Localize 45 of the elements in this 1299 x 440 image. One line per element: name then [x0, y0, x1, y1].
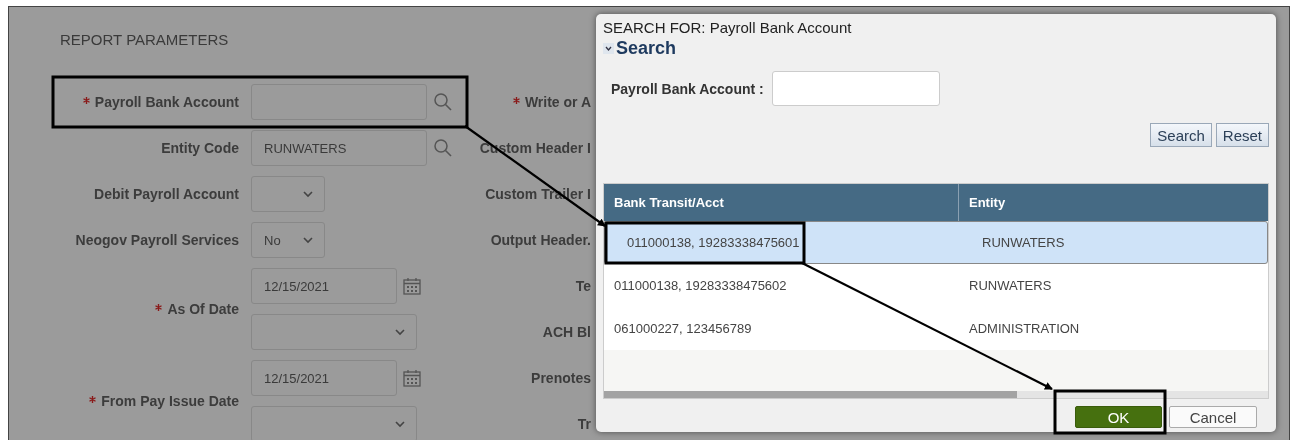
section-heading[interactable]: Search — [616, 38, 677, 59]
search-button[interactable]: Search — [1150, 123, 1212, 147]
field-label: Payroll Bank Account — [94, 94, 239, 110]
field-label: ACH Bl — [542, 324, 591, 340]
reset-button[interactable]: Reset — [1215, 123, 1269, 147]
chevron-icon — [394, 420, 406, 428]
date-field[interactable]: 12/15/2021 — [251, 268, 397, 304]
field-label: Prenotes — [531, 370, 591, 386]
table-row[interactable]: 011000138, 19283338475601 RUNWATERS — [604, 221, 1268, 264]
field-label: As Of Date — [167, 301, 239, 317]
collapse-icon[interactable] — [603, 43, 614, 54]
cancel-button[interactable]: Cancel — [1169, 406, 1257, 428]
scrollbar[interactable] — [604, 391, 1268, 398]
field-label: Neogov Payroll Services — [75, 232, 239, 248]
table-row[interactable]: 061000227, 123456789 ADMINISTRATION — [604, 307, 1268, 350]
date-field[interactable]: 12/15/2021 — [251, 360, 397, 396]
section-title: REPORT PARAMETERS — [59, 30, 230, 48]
field-label: Tr — [577, 416, 591, 432]
field-label: Debit Payroll Account — [94, 186, 239, 202]
table-cell-text: RUNWATERS — [968, 277, 1053, 295]
table-cell-text: 061000227, 123456789 — [613, 320, 753, 338]
chevron-icon — [302, 236, 314, 244]
field-label: Payroll Bank Account : — [611, 80, 764, 97]
input-field[interactable] — [771, 71, 940, 106]
calendar-icon[interactable] — [403, 277, 421, 295]
dialog-title: SEARCH FOR: Payroll Bank Account — [603, 19, 852, 36]
field-label: Te — [575, 278, 591, 294]
table-cell-text: ADMINISTRATION — [968, 320, 1081, 338]
field-label: Write or A — [524, 94, 591, 110]
search-icon[interactable] — [433, 92, 453, 112]
calendar-icon[interactable] — [403, 369, 421, 387]
dropdown[interactable]: No — [251, 222, 325, 258]
chevron-icon — [394, 328, 406, 336]
input-field[interactable]: RUNWATERS — [251, 130, 427, 166]
field-label: Entity Code — [161, 140, 239, 156]
ok-button[interactable]: OK — [1075, 406, 1162, 428]
column-header[interactable]: Entity — [959, 184, 1268, 221]
table-cell-text: 011000138, 19283338475602 — [613, 277, 788, 295]
field-label: Output Header. — [490, 232, 591, 248]
table-row[interactable]: 011000138, 19283338475602 RUNWATERS — [604, 264, 1268, 307]
table-cell-text: 011000138, 19283338475601 — [626, 235, 801, 250]
search-icon[interactable] — [433, 138, 453, 158]
field-label: From Pay Issue Date — [101, 393, 239, 409]
table-cell-text: RUNWATERS — [981, 235, 1066, 250]
chevron-icon — [302, 190, 314, 198]
